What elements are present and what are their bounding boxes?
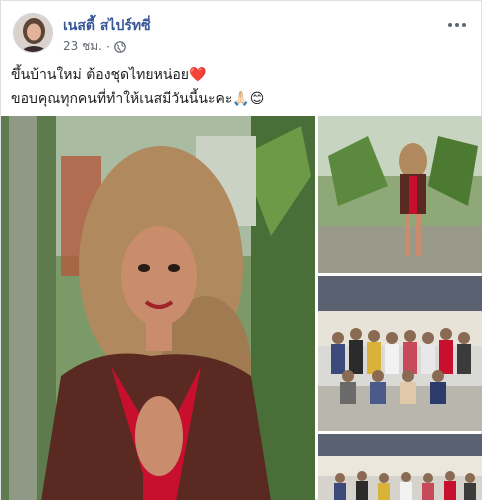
post-text: ขึ้นบ้านใหม่ ต้องชุดไทยหน่อย❤️ ขอบคุณทุก… (11, 63, 473, 111)
post-text-line-2: ขอบคุณทุกคนที่ทำให้เนสมีวันนี้นะคะ🙏🏻😊 (11, 91, 265, 107)
side-photo-1[interactable] (318, 116, 482, 273)
side-photo-2[interactable] (318, 276, 482, 431)
author-name[interactable]: เนสตี้ สไปร์ทซี่ (63, 15, 151, 37)
post-meta: 23 ชม. · (63, 37, 126, 56)
meta-separator: · (105, 39, 110, 54)
post-card: เนสตี้ สไปร์ทซี่ 23 ชม. · ขึ้นบ้านใหม่ ต… (0, 0, 482, 500)
side-photo-3[interactable] (318, 434, 482, 500)
post-header: เนสตี้ สไปร์ทซี่ 23 ชม. · (11, 9, 473, 57)
photo-gallery (1, 116, 482, 500)
post-text-line-1: ขึ้นบ้านใหม่ ต้องชุดไทยหน่อย❤️ (11, 67, 207, 83)
globe-icon (113, 40, 126, 53)
more-options-icon[interactable] (445, 15, 469, 35)
author-avatar[interactable] (13, 13, 53, 53)
main-photo[interactable] (1, 116, 315, 500)
post-time[interactable]: 23 ชม. (63, 37, 102, 56)
